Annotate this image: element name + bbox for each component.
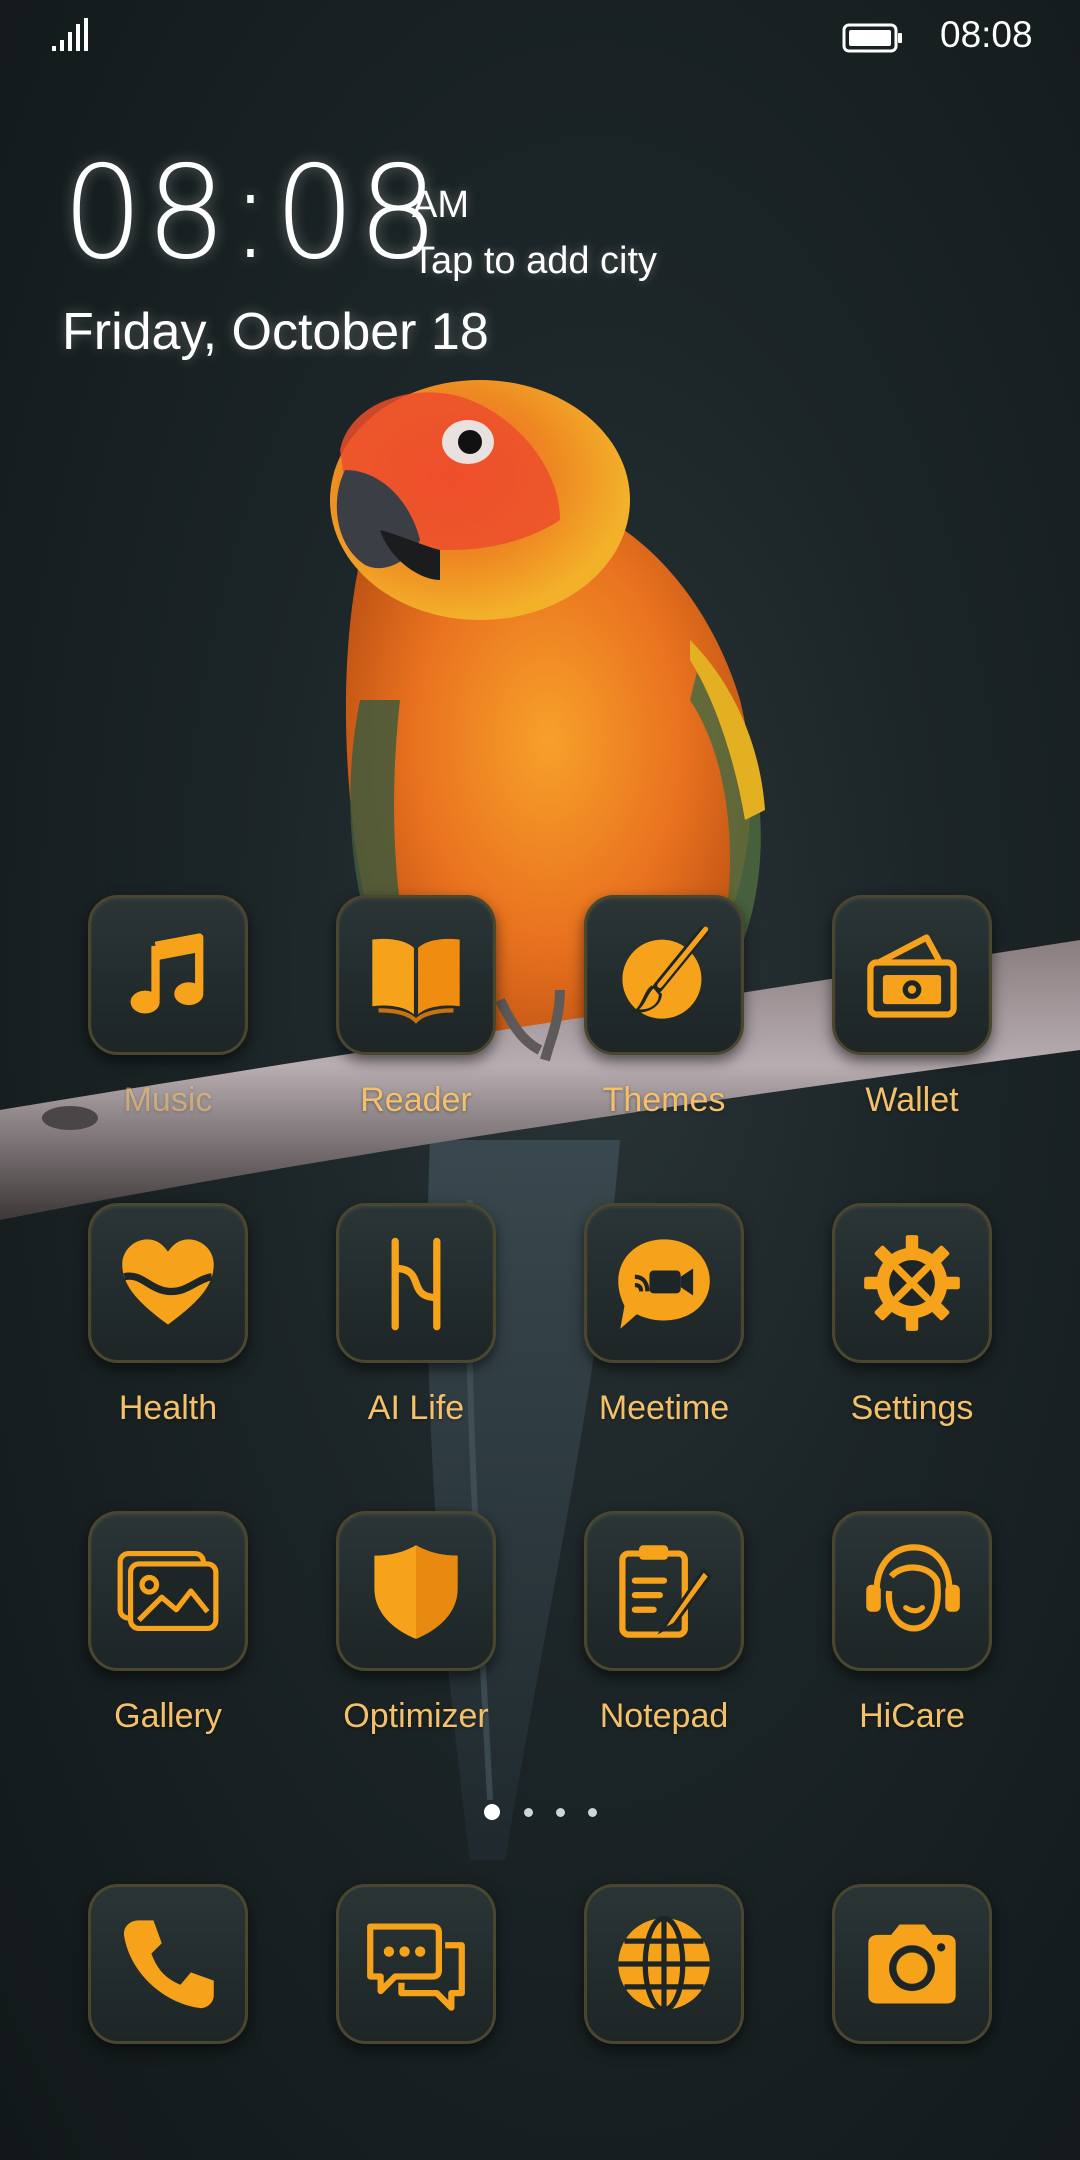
dock-camera[interactable] [832,1884,992,2044]
app-label: AI Life [367,1389,465,1427]
app-icon-tile[interactable] [336,1511,496,1671]
shield-icon [374,1545,458,1639]
app-label: Gallery [114,1697,222,1735]
add-city-link[interactable]: Tap to add city [412,240,657,283]
app-icon-tile[interactable] [336,1203,496,1363]
app-ai-life[interactable]: AI Life [306,1203,526,1463]
app-health[interactable]: Health [58,1203,278,1463]
app-icon-tile[interactable] [336,895,496,1055]
signal-icon [52,18,88,51]
clock-ampm: AM [412,184,469,226]
book-icon [372,938,460,1024]
app-label: Settings [850,1389,974,1427]
app-settings[interactable]: Settings [802,1203,1022,1463]
app-icon-tile[interactable] [584,895,744,1055]
page-indicator[interactable] [0,1804,1080,1824]
page-dot[interactable] [556,1808,565,1817]
app-label: Meetime [598,1389,730,1427]
messages-icon [367,1923,465,2011]
app-label: Optimizer [343,1697,489,1735]
app-themes[interactable]: Themes [554,895,774,1155]
app-icon-tile[interactable] [832,895,992,1055]
app-icon-tile[interactable] [88,895,248,1055]
app-label: Notepad [599,1697,729,1735]
status-bar: 08:08 [0,0,1080,80]
paintbrush-icon [622,926,709,1019]
dock-phone[interactable] [88,1884,248,2044]
app-reader[interactable]: Reader [306,895,526,1155]
app-music[interactable]: Music [58,895,278,1155]
app-hicare[interactable]: HiCare [802,1511,1022,1771]
page-dot-active[interactable] [484,1804,500,1820]
app-label: HiCare [859,1697,965,1735]
app-label: Reader [360,1081,472,1119]
wallet-icon [867,934,957,1018]
music-note-icon [130,933,204,1014]
heart-icon [122,1239,214,1325]
clock-date[interactable]: Friday, October 18 [62,302,489,362]
camera-icon [868,1924,956,2004]
app-optimizer[interactable]: Optimizer [306,1511,526,1771]
app-label: Themes [602,1081,726,1119]
battery-icon [842,23,902,53]
app-meetime[interactable]: Meetime [554,1203,774,1463]
app-wallet[interactable]: Wallet [802,895,1022,1155]
app-gallery[interactable]: Gallery [58,1511,278,1771]
browser-globe-icon [618,1915,710,2013]
clock-time[interactable]: 08:08 [62,150,441,278]
app-label: Health [118,1389,218,1427]
app-icon-tile[interactable] [584,1511,744,1671]
app-label: Music [123,1081,213,1119]
home-screen: 08:08 08:08 AM Tap to add city Friday, O… [0,0,1080,2160]
gear-icon [864,1235,960,1331]
video-chat-icon [618,1239,710,1329]
dock-messages[interactable] [336,1884,496,2044]
notepad-icon [619,1545,712,1638]
status-time: 08:08 [940,14,1033,55]
gallery-icon [117,1550,219,1632]
app-icon-tile[interactable] [88,1511,248,1671]
app-notepad[interactable]: Notepad [554,1511,774,1771]
app-icon-tile[interactable] [88,1203,248,1363]
ai-life-icon [391,1237,441,1331]
app-icon-tile[interactable] [832,1511,992,1671]
headset-icon [866,1544,960,1632]
phone-icon [123,1920,214,2009]
dock-browser[interactable] [584,1884,744,2044]
app-label: Wallet [865,1081,959,1119]
page-dot[interactable] [588,1808,597,1817]
app-icon-tile[interactable] [584,1203,744,1363]
app-icon-tile[interactable] [832,1203,992,1363]
page-dot[interactable] [524,1808,533,1817]
